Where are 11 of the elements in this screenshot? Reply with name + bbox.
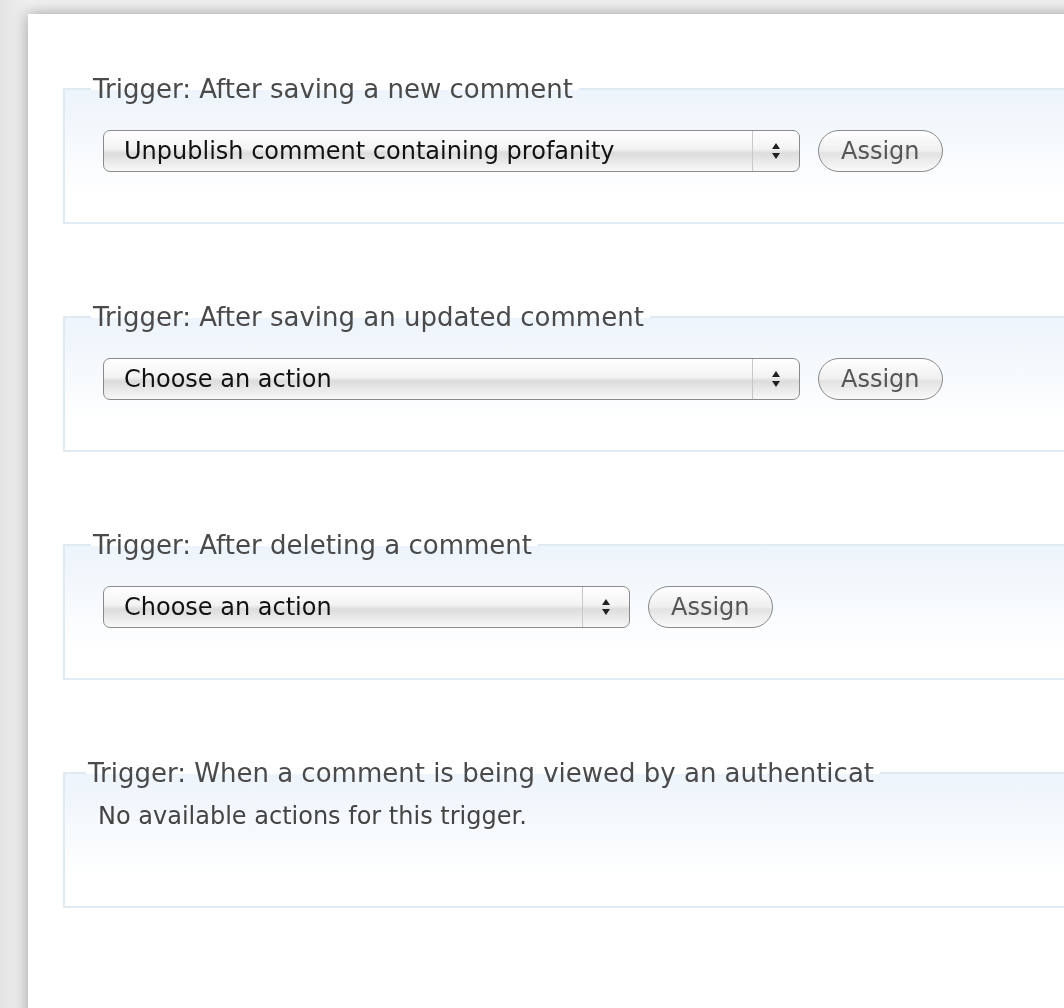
action-select[interactable]: Choose an action <box>103 358 800 400</box>
no-actions-message: No available actions for this trigger. <box>98 802 528 830</box>
fieldset-legend: Trigger: When a comment is being viewed by an authenticat <box>86 758 881 788</box>
fieldset-legend: Trigger: After saving an updated comment <box>91 302 650 332</box>
assign-button[interactable]: Assign <box>818 358 943 400</box>
fieldset-legend: Trigger: After deleting a comment <box>91 530 539 560</box>
assign-button[interactable]: Assign <box>648 586 773 628</box>
action-select[interactable]: Unpublish comment containing profanity <box>103 130 800 172</box>
assign-button[interactable]: Assign <box>818 130 943 172</box>
action-select[interactable]: Choose an action <box>103 586 630 628</box>
fieldset-legend: Trigger: After saving a new comment <box>91 74 579 104</box>
